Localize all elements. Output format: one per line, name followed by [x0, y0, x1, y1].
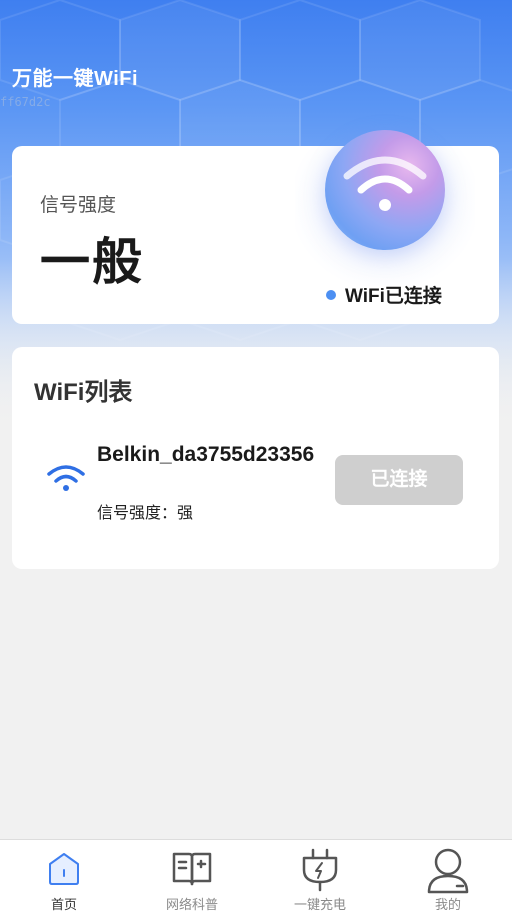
- nav-item-network-knowledge[interactable]: 网络科普: [128, 840, 256, 914]
- wifi-list-card: WiFi列表 Belkin_da3755d23356 信号强度：强 已连接: [12, 347, 499, 569]
- nav-item-one-key-charge[interactable]: 一键充电: [256, 840, 384, 914]
- wifi-orb: [295, 130, 475, 286]
- home-icon: [49, 853, 79, 885]
- wifi-ssid: Belkin_da3755d23356: [97, 443, 315, 466]
- debug-id-text: ff67d2c: [0, 95, 51, 109]
- book-icon: [172, 852, 212, 886]
- wifi-orb-ball: [325, 130, 445, 250]
- status-dot-icon: [326, 289, 336, 300]
- nav-label-home: 首页: [50, 897, 77, 912]
- wifi-strength-text: 信号强度：强: [97, 505, 194, 522]
- signal-strength-label: 信号强度: [40, 195, 117, 216]
- user-icon: [427, 848, 469, 894]
- app-title: 万能一键WiFi: [12, 68, 139, 90]
- nav-label-mine: 我的: [434, 897, 461, 912]
- nav-label-one-key-charge: 一键充电: [293, 897, 346, 912]
- nav-label-network-knowledge: 网络科普: [165, 897, 218, 912]
- wifi-signal-icon: [47, 465, 85, 491]
- wifi-list-item[interactable]: Belkin_da3755d23356 信号强度：强 已连接: [12, 442, 499, 532]
- signal-strength-value: 一般: [40, 234, 144, 290]
- bottom-navigation: 首页 网络科普 一键充电 我的: [0, 839, 512, 914]
- wifi-list-title: WiFi列表: [34, 379, 133, 406]
- nav-item-mine[interactable]: 我的: [384, 840, 512, 914]
- connected-button[interactable]: 已连接: [335, 455, 463, 505]
- signal-card: 信号强度 一般 WiFi已连接: [12, 130, 499, 324]
- nav-item-home[interactable]: 首页: [0, 840, 128, 914]
- connection-status-text: WiFi已连接: [345, 286, 442, 307]
- connection-status: WiFi已连接: [326, 281, 442, 308]
- wifi-icon: [343, 156, 427, 211]
- charger-icon: [302, 848, 338, 892]
